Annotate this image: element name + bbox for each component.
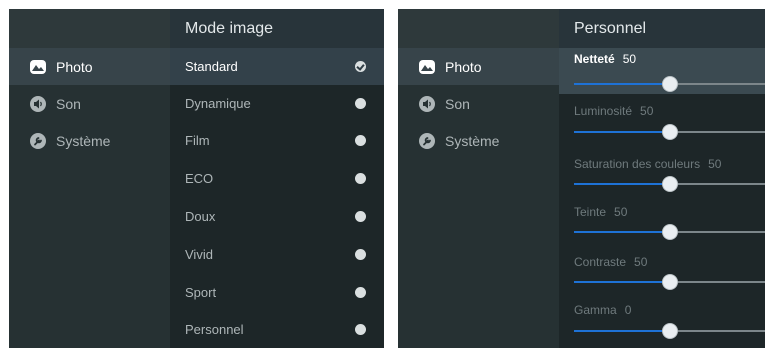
setting-value: 50 xyxy=(640,104,654,118)
sidebar-item-son[interactable]: Son xyxy=(398,85,559,122)
slider-track[interactable] xyxy=(574,77,765,91)
setting-gamma[interactable]: Gamma 0 xyxy=(559,293,765,339)
picture-mode-list: Mode image Standard Dynamique Film ECO D… xyxy=(170,9,384,348)
option-personnel[interactable]: Personnel xyxy=(170,311,384,348)
option-standard[interactable]: Standard xyxy=(170,48,384,85)
setting-value: 50 xyxy=(622,52,637,66)
option-eco[interactable]: ECO xyxy=(170,160,384,197)
slider-knob[interactable] xyxy=(662,275,677,289)
photo-icon xyxy=(29,58,47,76)
slider-knob[interactable] xyxy=(662,225,677,239)
speaker-icon xyxy=(29,95,47,113)
setting-value: 0 xyxy=(624,303,632,317)
option-vivid[interactable]: Vivid xyxy=(170,236,384,273)
option-dynamique[interactable]: Dynamique xyxy=(170,85,384,122)
sidebar-item-systeme[interactable]: Système xyxy=(398,122,559,159)
slider-knob[interactable] xyxy=(662,324,677,338)
radio-dot-icon xyxy=(355,211,366,222)
picture-mode-screen: Photo Son Système Mode image Standard Dy… xyxy=(9,9,384,348)
sidebar-item-label: Photo xyxy=(56,58,93,75)
slider-track[interactable] xyxy=(574,324,765,338)
page-title: Mode image xyxy=(170,9,384,48)
sidebar-item-son[interactable]: Son xyxy=(9,85,170,122)
settings-sidebar: Photo Son Système xyxy=(9,9,170,348)
setting-nettete[interactable]: Netteté 50 xyxy=(559,48,765,94)
wrench-icon xyxy=(418,132,436,150)
slider-track[interactable] xyxy=(574,125,765,139)
setting-contraste[interactable]: Contraste 50 xyxy=(559,245,765,291)
option-sport[interactable]: Sport xyxy=(170,274,384,311)
setting-luminosite[interactable]: Luminosité 50 xyxy=(559,94,765,140)
personal-settings-screen: Photo Son Système Personnel Netteté 50 Lu… xyxy=(398,9,765,348)
setting-teinte[interactable]: Teinte 50 xyxy=(559,195,765,241)
slider-track[interactable] xyxy=(574,177,765,191)
selected-check-icon xyxy=(355,61,366,72)
radio-dot-icon xyxy=(355,135,366,146)
page-title: Personnel xyxy=(559,9,765,48)
sidebar-item-photo[interactable]: Photo xyxy=(398,48,559,85)
radio-dot-icon xyxy=(355,173,366,184)
photo-icon xyxy=(418,58,436,76)
slider-knob[interactable] xyxy=(662,125,677,139)
radio-dot-icon xyxy=(355,287,366,298)
slider-knob[interactable] xyxy=(662,77,677,91)
sidebar-item-photo[interactable]: Photo xyxy=(9,48,170,85)
slider-track[interactable] xyxy=(574,275,765,289)
personal-settings-list: Personnel Netteté 50 Luminosité 50 Saturat… xyxy=(559,9,765,348)
option-doux[interactable]: Doux xyxy=(170,198,384,235)
setting-value: 50 xyxy=(634,255,648,269)
sidebar-item-label: Photo xyxy=(445,58,482,75)
radio-dot-icon xyxy=(355,249,366,260)
radio-dot-icon xyxy=(355,324,366,335)
slider-knob[interactable] xyxy=(662,177,677,191)
sidebar-item-systeme[interactable]: Système xyxy=(9,122,170,159)
settings-sidebar: Photo Son Système xyxy=(398,9,559,348)
speaker-icon xyxy=(418,95,436,113)
setting-saturation[interactable]: Saturation des couleurs 50 xyxy=(559,147,765,193)
setting-value: 50 xyxy=(708,157,722,171)
radio-dot-icon xyxy=(355,98,366,109)
sidebar-item-label: Son xyxy=(445,95,470,112)
sidebar-item-label: Système xyxy=(56,132,111,149)
wrench-icon xyxy=(29,132,47,150)
slider-track[interactable] xyxy=(574,225,765,239)
sidebar-item-label: Système xyxy=(445,132,500,149)
option-film[interactable]: Film xyxy=(170,122,384,159)
sidebar-item-label: Son xyxy=(56,95,81,112)
setting-value: 50 xyxy=(614,205,628,219)
